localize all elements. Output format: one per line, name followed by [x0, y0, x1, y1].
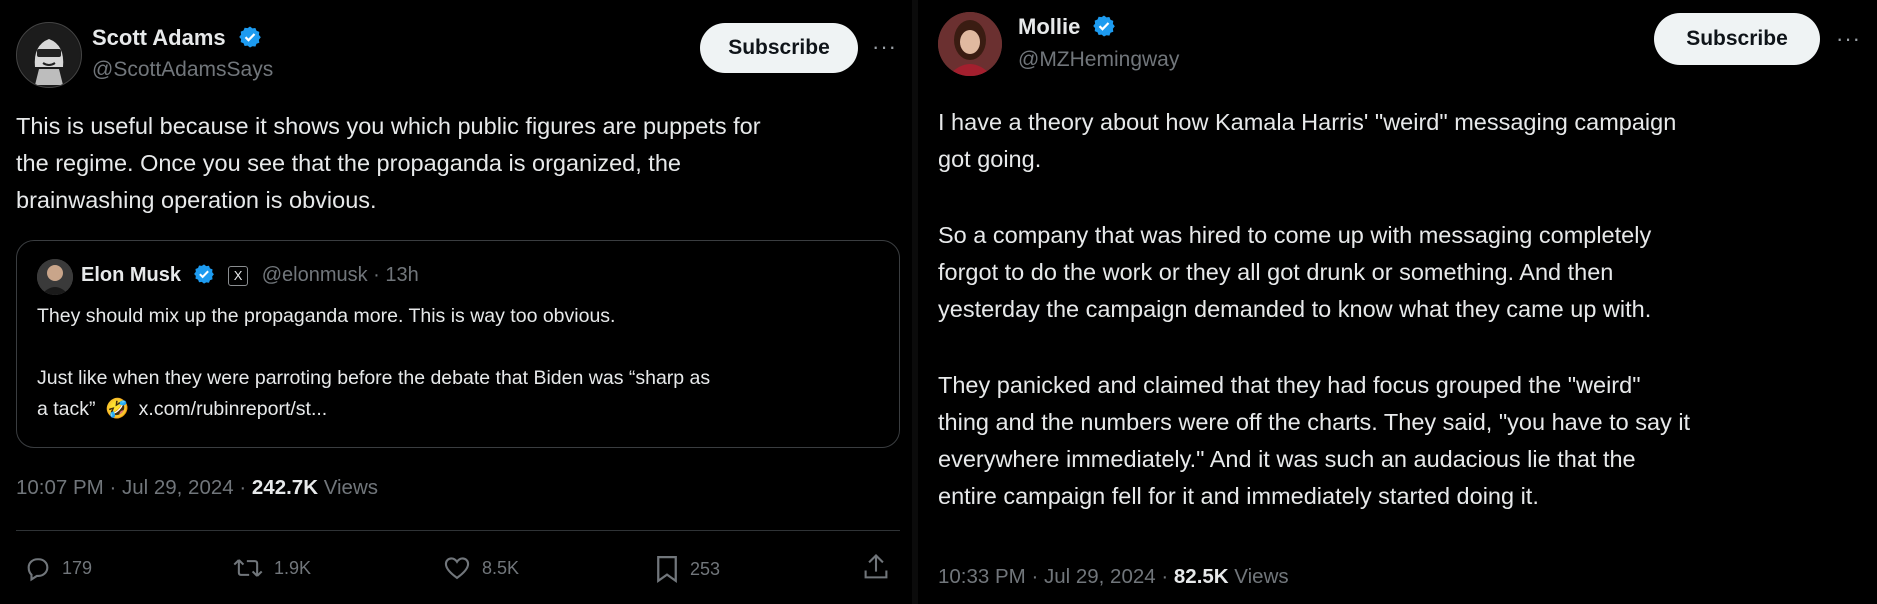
avatar-drawing-icon: [18, 24, 80, 86]
quoted-body-line: a tack” 🤣 x.com/rubinreport/st...: [37, 394, 887, 425]
repost-count: 1.9K: [274, 557, 312, 578]
quoted-avatar[interactable]: [37, 259, 73, 295]
quoted-tweet[interactable]: Elon Musk X @elonmusk · 13h They should …: [16, 240, 900, 448]
reply-button[interactable]: 179: [24, 554, 92, 582]
heart-icon: [444, 557, 470, 580]
quoted-author-name[interactable]: Elon Musk: [81, 264, 181, 286]
tweet-body-line: the regime. Once you see that the propag…: [16, 150, 681, 176]
tweet-body-line: They panicked and claimed that they had …: [938, 372, 1641, 398]
quoted-link[interactable]: x.com/rubinreport/st...: [139, 398, 328, 420]
repost-icon: [233, 559, 263, 577]
verified-badge-icon: [193, 264, 214, 284]
quoted-body-line: They should mix up the propaganda more. …: [37, 305, 616, 327]
bookmark-button[interactable]: 253: [654, 554, 720, 584]
avatar[interactable]: [938, 12, 1002, 76]
views-count: 242.7K: [251, 476, 318, 499]
share-icon: [864, 553, 888, 579]
like-count: 8.5K: [482, 557, 520, 578]
author-name-text[interactable]: Mollie: [1018, 14, 1080, 39]
author-name[interactable]: Scott Adams: [92, 25, 262, 51]
reply-count: 179: [62, 557, 93, 578]
quoted-avatar-photo-icon: [37, 259, 73, 295]
tweet-body-line: thing and the numbers were off the chart…: [938, 409, 1691, 435]
like-button[interactable]: 8.5K: [442, 554, 519, 582]
reply-icon: [27, 558, 49, 582]
tweet-body-line: everywhere immediately." And it was such…: [938, 446, 1636, 472]
quoted-header: Elon Musk X @elonmusk · 13h: [81, 263, 419, 287]
tweet-scott-adams: Scott Adams @ScottAdamsSays Subscribe ··…: [0, 0, 912, 604]
views-label: Views: [318, 476, 379, 499]
author-handle[interactable]: @ScottAdamsSays: [92, 58, 273, 82]
subscribe-button[interactable]: Subscribe: [1654, 13, 1820, 65]
subscribe-button[interactable]: Subscribe: [700, 23, 858, 73]
views-label: Views: [1228, 565, 1289, 588]
repost-button[interactable]: 1.9K: [232, 554, 311, 582]
more-options-icon[interactable]: ···: [1836, 26, 1861, 52]
rofl-emoji-icon: 🤣: [104, 398, 130, 420]
bookmark-icon: [657, 556, 677, 584]
tweet-timestamp: 10:07 PM · Jul 29, 2024 · 242.7K Views: [16, 476, 378, 500]
tweet-body-line: I have a theory about how Kamala Harris'…: [938, 109, 1677, 135]
timestamp-text[interactable]: 10:33 PM · Jul 29, 2024 ·: [938, 565, 1174, 588]
quoted-body-text: a tack”: [37, 398, 96, 420]
divider: [16, 530, 900, 531]
avatar[interactable]: [16, 22, 82, 88]
tweet-body-line: forgot to do the work or they all got dr…: [938, 259, 1614, 285]
quoted-body: They should mix up the propaganda more. …: [37, 301, 887, 425]
author-name[interactable]: Mollie: [1018, 14, 1116, 40]
tweet-body-line: So a company that was hired to come up w…: [938, 222, 1652, 248]
views-count: 82.5K: [1173, 565, 1229, 588]
paragraph: They panicked and claimed that they had …: [938, 367, 1868, 515]
more-options-icon[interactable]: ···: [872, 34, 897, 60]
author-name-text[interactable]: Scott Adams: [92, 25, 226, 50]
tweet-body-line: brainwashing operation is obvious.: [16, 187, 377, 213]
paragraph: So a company that was hired to come up w…: [938, 217, 1868, 328]
tweet-body-line: got going.: [938, 146, 1042, 172]
quoted-body-line: Just like when they were parroting befor…: [37, 367, 711, 389]
verified-badge-icon: [238, 26, 261, 48]
tweet-body-line: This is useful because it shows you whic…: [16, 113, 761, 139]
tweet-timestamp: 10:33 PM · Jul 29, 2024 · 82.5K Views: [938, 565, 1289, 589]
tweet-body-line: yesterday the campaign demanded to know …: [938, 296, 1652, 322]
x-affiliation-badge-icon: X: [228, 266, 249, 286]
avatar-photo-icon: [938, 12, 1002, 76]
quoted-handle-time: @elonmusk · 13h: [261, 264, 419, 286]
tweet-body-line: entire campaign fell for it and immediat…: [938, 483, 1539, 509]
tweet-mollie: Mollie @MZHemingway Subscribe ··· I have…: [918, 0, 1877, 604]
tweet-body: I have a theory about how Kamala Harris'…: [938, 104, 1868, 515]
share-button[interactable]: [862, 552, 890, 582]
tweet-body: This is useful because it shows you whic…: [16, 108, 896, 219]
author-handle[interactable]: @MZHemingway: [1018, 48, 1179, 72]
timestamp-text[interactable]: 10:07 PM · Jul 29, 2024 ·: [16, 476, 252, 499]
paragraph: I have a theory about how Kamala Harris'…: [938, 104, 1868, 178]
bookmark-count: 253: [690, 558, 721, 579]
verified-badge-icon: [1093, 15, 1116, 37]
